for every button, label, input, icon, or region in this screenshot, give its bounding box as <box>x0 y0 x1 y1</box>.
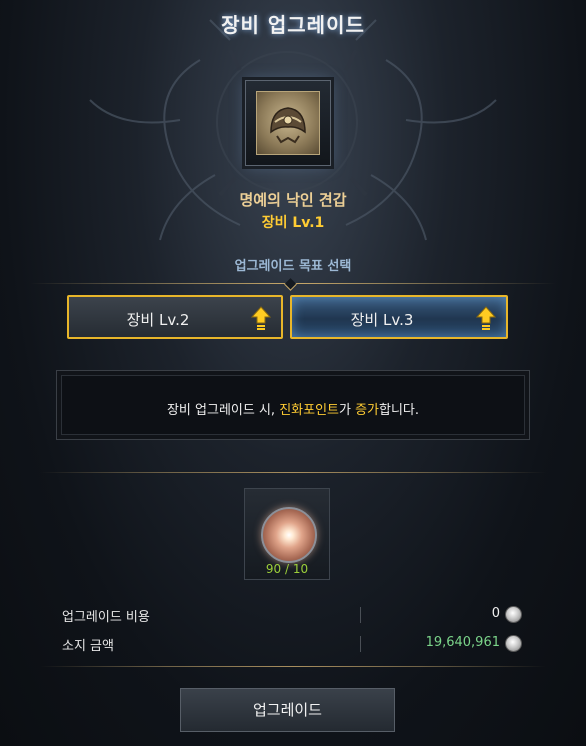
upgrade-button[interactable]: 업그레이드 <box>180 688 395 732</box>
owned-amount-value: 19,640,961 <box>425 635 500 650</box>
info-text-suffix: 합니다. <box>379 403 420 418</box>
item-name: 명예의 낙인 견갑 <box>239 191 347 209</box>
target-option-lv3[interactable]: 장비 Lv.3 <box>290 295 508 339</box>
upgrade-cost-value: 0 <box>491 606 500 621</box>
upgrade-cost-label: 업그레이드 비용 <box>62 610 150 625</box>
section-divider <box>40 472 546 473</box>
evolution-orb-icon <box>261 507 317 563</box>
info-text-middle: 가 <box>339 403 356 418</box>
info-panel: 장비 업그레이드 시, 진화포인트가 증가합니다. <box>56 370 530 440</box>
shoulder-armor-icon <box>256 91 320 155</box>
silver-coin-icon <box>505 606 522 623</box>
upgrade-cost-row: 업그레이드 비용 0 <box>62 606 524 626</box>
window-title: 장비 업그레이드 <box>221 13 365 37</box>
silver-coin-icon <box>505 635 522 652</box>
item-level: 장비 Lv.1 <box>261 215 325 231</box>
shoulder-armor-graphic <box>270 107 306 144</box>
column-divider <box>360 636 361 652</box>
owned-amount-row: 소지 금액 19,640,961 <box>62 635 524 655</box>
column-divider <box>360 607 361 623</box>
target-option-label: 장비 Lv.3 <box>350 311 414 329</box>
info-text-prefix: 장비 업그레이드 시, <box>166 403 280 418</box>
chevron-down-icon <box>284 278 297 291</box>
section-divider <box>40 666 546 667</box>
info-highlight-evolution-point: 진화포인트 <box>279 403 339 418</box>
item-slot-frame[interactable] <box>245 80 331 166</box>
owned-amount-label: 소지 금액 <box>62 639 114 654</box>
info-highlight-increase: 증가 <box>355 403 380 418</box>
material-count: 90 / 10 <box>265 562 309 576</box>
arrow-up-icon <box>251 306 271 330</box>
target-select-label: 업그레이드 목표 선택 <box>234 259 352 274</box>
info-message: 장비 업그레이드 시, 진화포인트가 증가합니다. <box>57 399 529 418</box>
material-slot[interactable]: 90 / 10 <box>244 488 330 580</box>
target-option-lv2[interactable]: 장비 Lv.2 <box>67 295 283 339</box>
arrow-up-icon <box>476 306 496 330</box>
target-option-label: 장비 Lv.2 <box>126 311 190 329</box>
